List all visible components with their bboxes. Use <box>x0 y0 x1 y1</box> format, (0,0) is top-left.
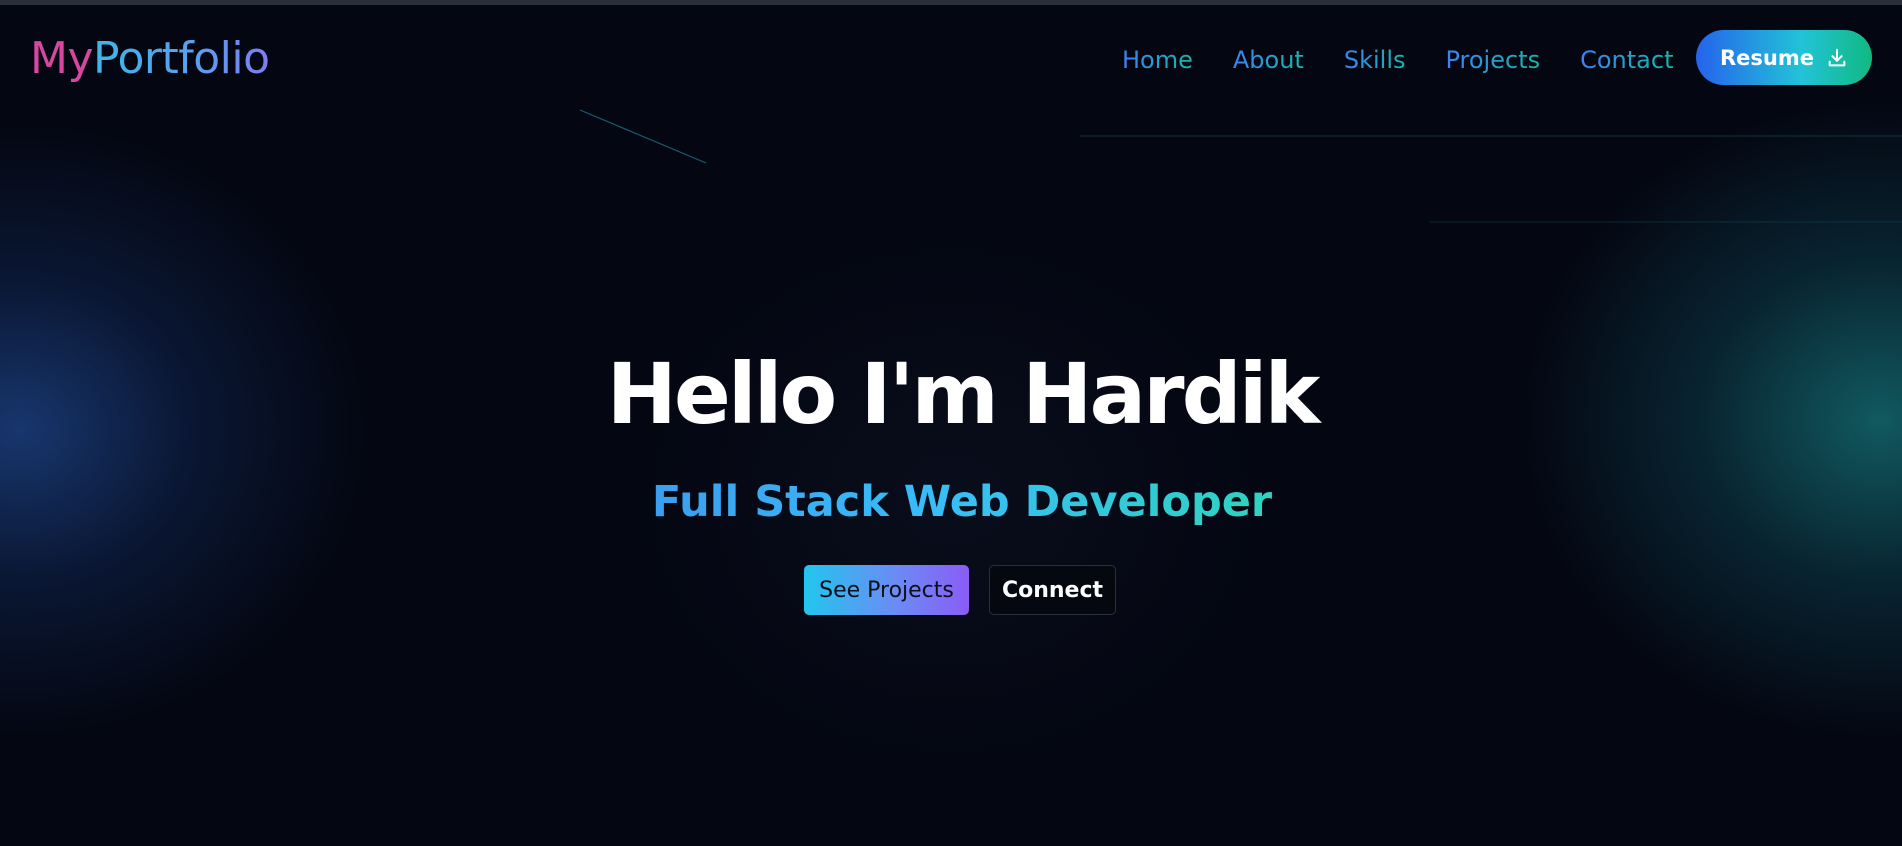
nav-link-home[interactable]: Home <box>1122 43 1193 77</box>
streak-line <box>579 109 707 164</box>
navbar: MyPortfolio Home About Skills Projects C… <box>0 5 1902 110</box>
hero-subtitle-text: Full Stack Web Developer <box>651 477 1273 527</box>
nav-links: Home About Skills Projects Contact <box>1122 43 1673 77</box>
resume-button[interactable]: Resume <box>1696 30 1872 85</box>
nav-link-about[interactable]: About <box>1233 43 1304 77</box>
logo-part-portfolio: Portfolio <box>93 33 270 84</box>
hero-cta-row: See Projects Connect <box>804 565 1116 615</box>
see-projects-button[interactable]: See Projects <box>804 565 969 615</box>
connect-button[interactable]: Connect <box>989 565 1116 615</box>
page: MyPortfolio Home About Skills Projects C… <box>0 0 1902 846</box>
logo-part-my: My <box>30 33 94 84</box>
download-icon <box>1826 47 1848 69</box>
hero-title: Hello I'm Hardik <box>606 345 1321 443</box>
nav-link-contact[interactable]: Contact <box>1580 43 1673 77</box>
resume-button-label: Resume <box>1720 45 1814 70</box>
hero-subtitle: Full Stack Web Developer <box>0 474 1902 530</box>
nav-link-projects[interactable]: Projects <box>1445 43 1540 77</box>
nav-link-skills[interactable]: Skills <box>1344 43 1406 77</box>
site-logo[interactable]: MyPortfolio <box>30 31 270 87</box>
